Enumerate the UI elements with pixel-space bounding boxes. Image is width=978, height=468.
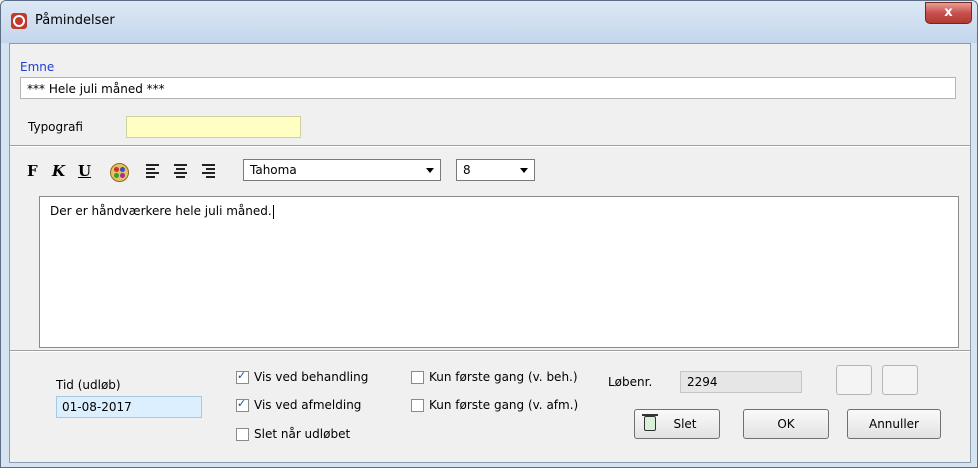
tid-label: Tid (udløb) xyxy=(56,378,121,392)
expiry-date-input[interactable]: 01-08-2017 xyxy=(56,396,202,418)
kun-forste-beh-label: Kun første gang (v. beh.) xyxy=(429,370,578,384)
editor-text: Der er håndværkere hele juli måned. xyxy=(50,204,272,218)
chevron-down-icon xyxy=(426,168,434,173)
vis-behandling-checkbox[interactable] xyxy=(236,369,249,384)
app-icon xyxy=(11,13,27,29)
align-right-icon[interactable] xyxy=(202,164,215,178)
reminders-window: Påmindelser x Emne *** Hele juli måned *… xyxy=(0,0,978,468)
bottom-separator xyxy=(10,350,970,352)
italic-button[interactable]: K xyxy=(52,162,65,180)
typografi-label: Typografi xyxy=(28,120,83,134)
lobenr-label: Løbenr. xyxy=(608,375,653,389)
text-caret xyxy=(272,204,274,219)
slet-udlobet-label: Slet når udløbet xyxy=(254,427,351,441)
vis-afmelding-label: Vis ved afmelding xyxy=(254,398,362,412)
window-title: Påmindelser xyxy=(35,13,115,28)
trash-icon xyxy=(642,414,658,431)
slet-button-label: Slet xyxy=(673,417,697,431)
format-toolbar: F K U Tahoma 8 xyxy=(10,148,970,190)
typografi-input[interactable] xyxy=(126,116,301,138)
message-editor[interactable]: Der er håndværkere hele juli måned. xyxy=(39,196,959,348)
title-bar[interactable]: Påmindelser x xyxy=(1,1,977,43)
underline-button[interactable]: U xyxy=(78,162,91,180)
annuller-button[interactable]: Annuller xyxy=(847,409,941,439)
vis-behandling-label: Vis ved behandling xyxy=(254,370,369,384)
font-size-select[interactable]: 8 xyxy=(456,159,535,181)
emne-input[interactable]: *** Hele juli måned *** xyxy=(20,77,956,99)
font-name-select[interactable]: Tahoma xyxy=(243,159,441,181)
color-palette-icon[interactable] xyxy=(110,163,129,182)
toolbar-separator-top xyxy=(10,145,970,147)
slet-button[interactable]: Slet xyxy=(634,409,720,439)
extra-button-2[interactable] xyxy=(882,365,918,395)
slet-udlobet-checkbox[interactable] xyxy=(236,428,249,441)
ok-button[interactable]: OK xyxy=(743,409,829,439)
dialog-body: Emne *** Hele juli måned *** Typografi F… xyxy=(9,43,971,463)
align-center-icon[interactable] xyxy=(174,164,187,178)
kun-forste-afm-checkbox[interactable] xyxy=(411,399,424,412)
bold-button[interactable]: F xyxy=(27,162,38,180)
align-left-icon[interactable] xyxy=(146,164,159,178)
kun-forste-beh-checkbox[interactable] xyxy=(411,371,424,384)
font-name-value: Tahoma xyxy=(250,163,297,177)
lobenr-field: 2294 xyxy=(680,371,802,393)
chevron-down-icon xyxy=(520,168,528,173)
kun-forste-afm-label: Kun første gang (v. afm.) xyxy=(429,398,579,412)
vis-afmelding-checkbox[interactable] xyxy=(236,397,249,412)
emne-label: Emne xyxy=(20,60,55,74)
extra-button-1[interactable] xyxy=(836,365,872,395)
font-size-value: 8 xyxy=(463,163,471,177)
close-button[interactable]: x xyxy=(925,2,972,24)
